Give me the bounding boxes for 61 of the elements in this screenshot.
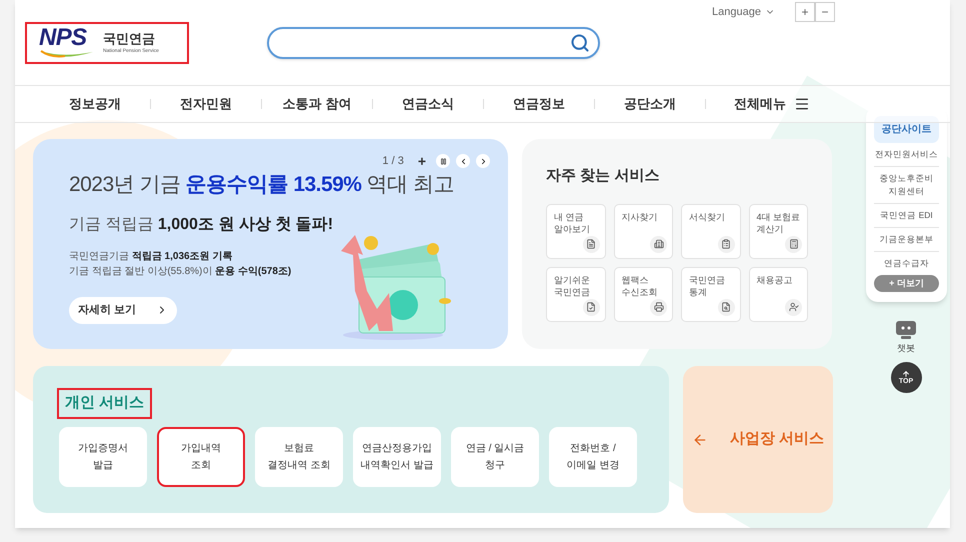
service-button[interactable]: 연금산정용가입 내역확인서 발급: [353, 426, 441, 486]
logo-name: 국민연금: [103, 31, 156, 48]
logo-mark: NPS: [39, 26, 88, 50]
service-tile[interactable]: 국민연금 통계: [681, 266, 740, 322]
site-link[interactable]: 국민연금 EDI: [874, 204, 939, 228]
service-tile[interactable]: 4대 보험료 계산기: [748, 204, 808, 258]
nav-item[interactable]: 정보공개: [40, 94, 150, 114]
site-link[interactable]: 기금운용본부: [874, 228, 939, 252]
service-button[interactable]: 가입내역 조회: [157, 426, 245, 486]
service-tile[interactable]: 채용공고: [748, 266, 808, 322]
nav-item[interactable]: 연금소식: [373, 94, 483, 114]
nav-item[interactable]: 전자민원: [151, 94, 261, 114]
service-tile[interactable]: 알기쉬운 국민연금: [546, 266, 606, 322]
banner-text: 기금 적립금 절반 이상(55.8%)이 운용 수익(578조): [69, 264, 292, 278]
document-check-icon: [582, 298, 600, 316]
service-tile[interactable]: 웹팩스 수신조회: [614, 266, 673, 322]
font-size-button[interactable]: −: [815, 2, 835, 22]
search-icon: [570, 32, 590, 52]
service-tile[interactable]: 서식찾기: [681, 204, 740, 258]
site-link[interactable]: 중앙노후준비 지원센터: [874, 167, 939, 204]
details-button[interactable]: 자세히 보기: [69, 296, 177, 324]
service-tile[interactable]: 내 연금 알아보기: [546, 204, 606, 258]
pause-button[interactable]: [436, 154, 450, 168]
chatbot-label[interactable]: 챗봇: [897, 342, 915, 356]
nav-item[interactable]: 소통과 참여: [262, 94, 372, 114]
slide-counter: 1 / 3: [382, 154, 404, 169]
banner-subtitle: 기금 적립금 1,000조 원 사상 첫 돌파!: [69, 214, 334, 234]
banner-title: 2023년 기금 운용수익률 13.59% 역대 최고: [69, 172, 455, 198]
section-title: 개인 서비스: [57, 388, 152, 418]
font-size-button[interactable]: +: [795, 2, 815, 22]
service-tile[interactable]: 지사찾기: [614, 204, 673, 258]
service-button[interactable]: 보험료 결정내역 조회: [255, 426, 343, 486]
swoosh-icon: [39, 50, 95, 60]
nav-item[interactable]: 공단소개: [595, 94, 705, 114]
menu-icon: [794, 96, 810, 112]
service-button[interactable]: 전화번호 / 이메일 변경: [549, 426, 637, 486]
panel-title: 자주 찾는 서비스: [546, 166, 660, 186]
user-check-icon: [785, 298, 802, 316]
arrow-up-icon: [902, 370, 910, 378]
panel-header: 공단사이트: [874, 116, 939, 143]
pause-icon: [440, 158, 446, 165]
clipboard-icon: [718, 236, 734, 252]
next-button[interactable]: [476, 154, 490, 168]
nav-item[interactable]: 연금정보: [484, 94, 594, 114]
site-link[interactable]: 전자민원서비스: [874, 143, 939, 167]
building-icon: [650, 236, 667, 252]
robot-icon: [895, 320, 917, 340]
calculator-icon: [785, 236, 802, 252]
service-button[interactable]: 연금 / 일시금 청구: [451, 426, 539, 486]
language-menu[interactable]: Language: [712, 4, 775, 20]
arrow-left-icon: [692, 432, 708, 448]
add-button[interactable]: +: [418, 154, 426, 168]
banner-text: 국민연금기금 적립금 1,036조원 기록: [69, 250, 234, 264]
search-field[interactable]: [267, 26, 600, 58]
previous-button[interactable]: [456, 154, 470, 168]
all-menu-button[interactable]: 전체메뉴: [734, 94, 810, 114]
site-link[interactable]: 연금수급자: [874, 252, 939, 275]
service-button[interactable]: 가입증명서 발급: [59, 426, 147, 486]
document-search-icon: [718, 298, 734, 316]
printer-icon: [650, 298, 667, 316]
document-icon: [582, 236, 600, 252]
